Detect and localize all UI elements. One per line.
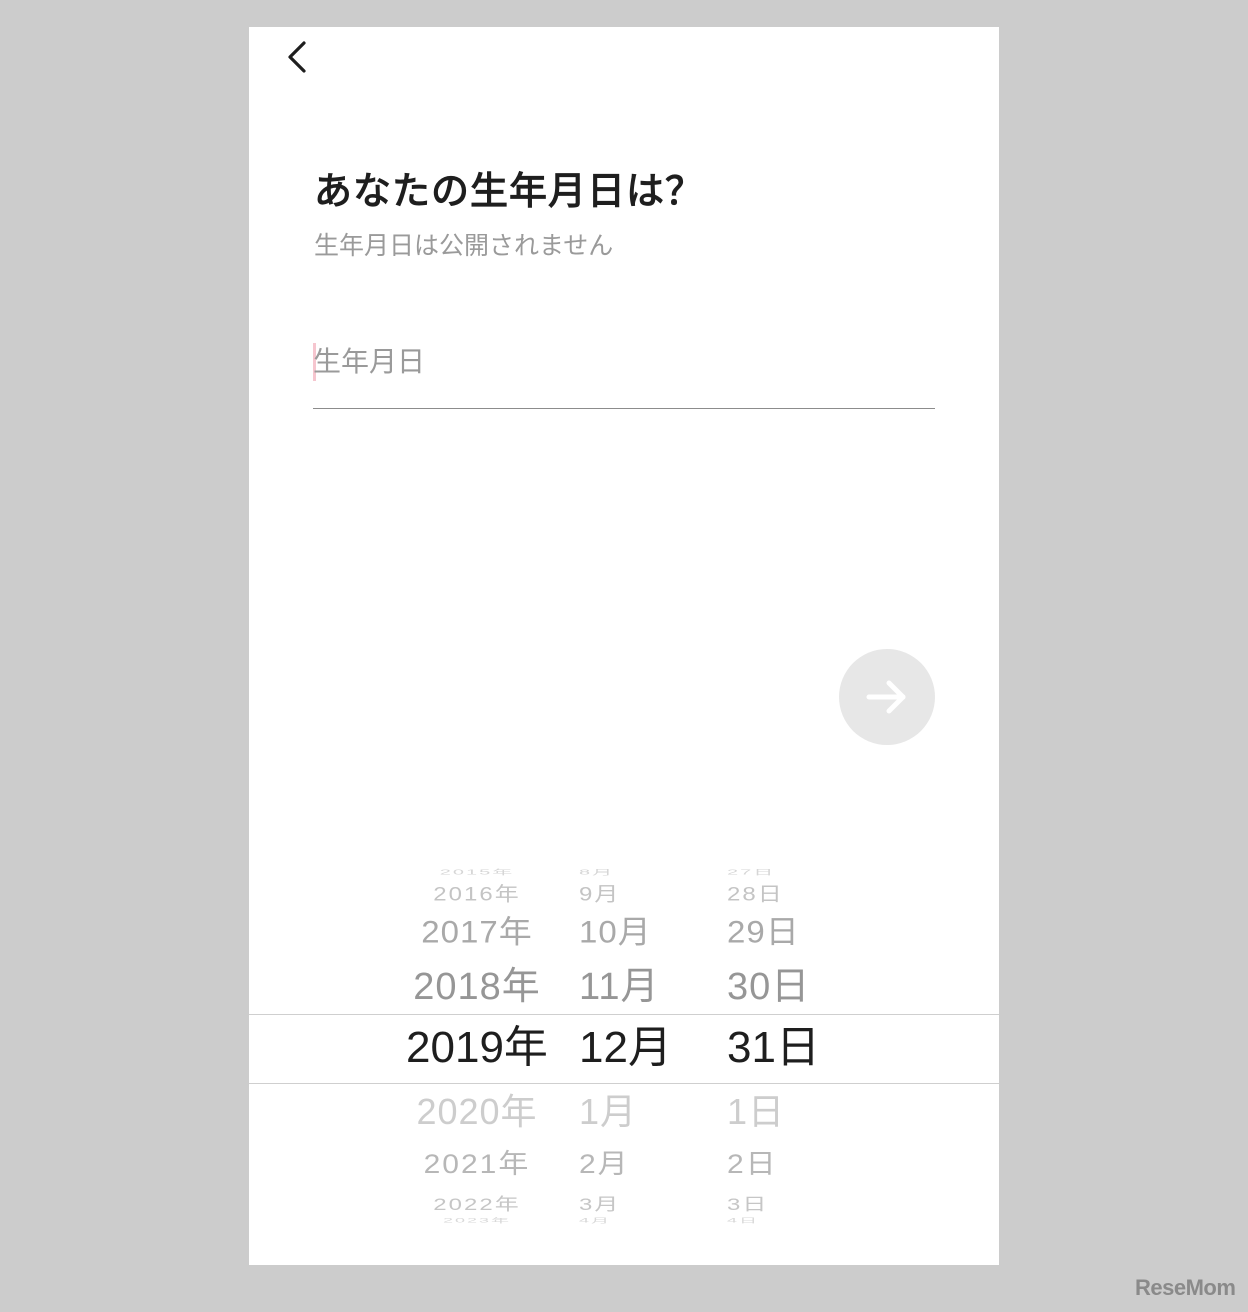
picker-year-option[interactable]: 2021年 [407,1151,547,1179]
picker-month-option[interactable]: 4月 [579,1217,669,1223]
picker-year-option[interactable]: 2020年 [397,1094,557,1130]
signup-screen: あなたの生年月日は？ 生年月日は公開されません 2015年 2016年 2017… [249,27,999,1265]
picker-month-option[interactable]: 3月 [579,1196,669,1214]
picker-year-option[interactable]: 2016年 [407,885,547,904]
picker-year-option[interactable]: 2018年 [397,968,557,1006]
picker-day-option[interactable]: 27日 [727,869,837,876]
page-title: あなたの生年月日は？ [314,169,705,213]
picker-selection-top-line [249,1014,999,1015]
picker-day-selected[interactable]: 31日 [727,1026,837,1070]
chevron-left-icon [288,41,306,73]
birthday-field[interactable] [313,327,935,409]
picker-selection-bottom-line [249,1083,999,1084]
birthday-input[interactable] [313,337,913,385]
watermark-logo: ReseMom [1135,1275,1236,1300]
picker-month-option[interactable]: 9月 [579,885,669,904]
picker-year-option[interactable]: 2015年 [407,869,547,876]
picker-day-option[interactable]: 1日 [727,1094,837,1130]
date-picker[interactable]: 2015年 2016年 2017年 2018年 2019年 2020年 2021… [249,869,999,1229]
picker-day-option[interactable]: 30日 [727,968,837,1006]
next-button[interactable] [839,649,935,745]
picker-day-option[interactable]: 2日 [727,1151,837,1179]
picker-day-option[interactable]: 4日 [727,1217,837,1223]
picker-month-option[interactable]: 11月 [579,968,669,1006]
picker-year-option[interactable]: 2022年 [407,1196,547,1214]
arrow-right-icon [866,680,906,714]
picker-year-option[interactable]: 2017年 [407,916,547,947]
picker-year-selected[interactable]: 2019年 [397,1026,557,1070]
picker-month-selected[interactable]: 12月 [579,1026,672,1070]
picker-month-option[interactable]: 10月 [579,916,669,947]
picker-day-option[interactable]: 28日 [727,885,837,904]
picker-month-option[interactable]: 8月 [579,869,669,876]
picker-day-option[interactable]: 29日 [727,916,837,947]
page-subtitle: 生年月日は公開されません [314,231,614,260]
picker-year-option[interactable]: 2023年 [407,1217,547,1223]
back-button[interactable] [277,35,321,79]
picker-day-option[interactable]: 3日 [727,1196,837,1214]
picker-month-option[interactable]: 2月 [579,1151,669,1179]
picker-month-option[interactable]: 1月 [579,1094,669,1130]
